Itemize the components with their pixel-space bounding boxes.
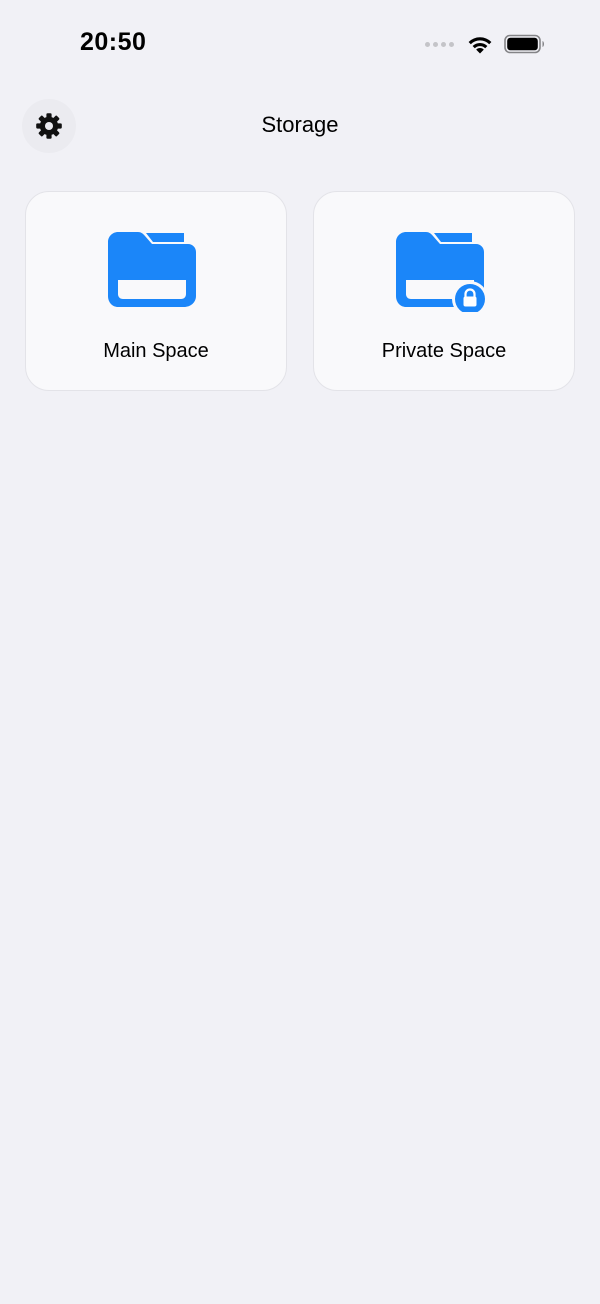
main-space-label: Main Space bbox=[103, 340, 209, 362]
cellular-signal-dots-icon bbox=[425, 41, 454, 47]
page-title: Storage bbox=[261, 112, 339, 137]
private-space-label: Private Space bbox=[381, 340, 507, 362]
private-space-card[interactable]: Private Space bbox=[313, 191, 575, 391]
status-indicators bbox=[425, 33, 546, 55]
folder-lock-icon bbox=[396, 232, 488, 312]
main-space-card[interactable]: Main Space bbox=[25, 191, 287, 391]
nav-bar: Storage bbox=[0, 95, 600, 157]
battery-icon bbox=[504, 34, 544, 54]
status-time: 20:50 bbox=[80, 28, 147, 56]
spaces-grid: Main Space Private Space bbox=[25, 191, 575, 391]
wifi-icon bbox=[468, 37, 492, 54]
folder-icon bbox=[108, 232, 196, 307]
status-bar: 20:50 bbox=[0, 0, 600, 90]
